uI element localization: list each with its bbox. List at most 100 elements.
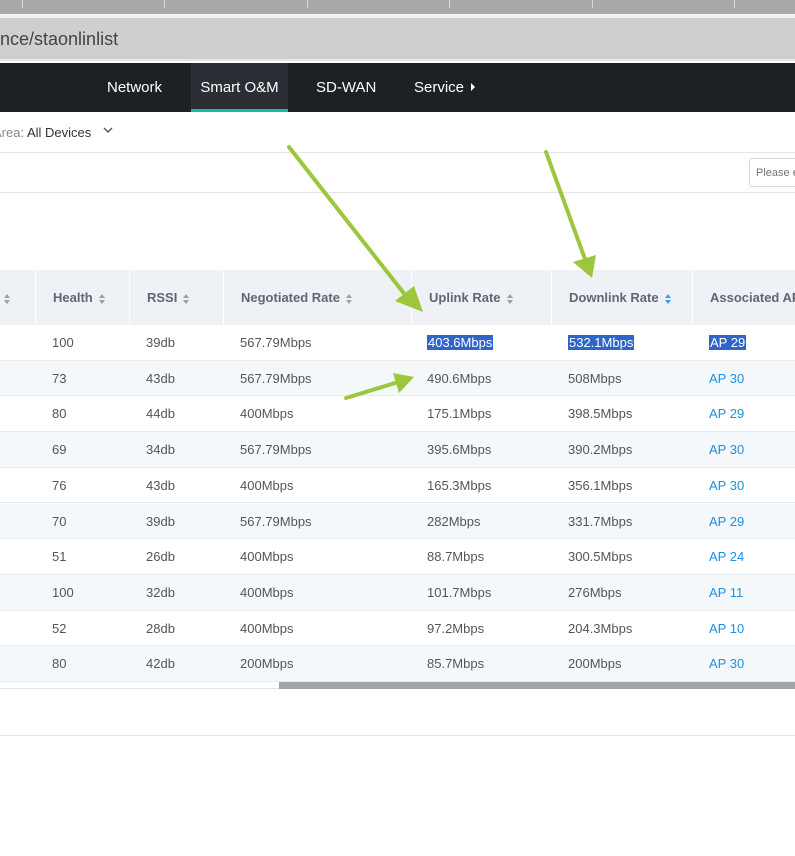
- cell-text[interactable]: AP 29: [709, 406, 744, 421]
- cell-text: 567.79Mbps: [240, 335, 312, 350]
- address-bar[interactable]: nce/staonlinlist: [0, 18, 795, 61]
- cell-ap[interactable]: AP 29: [709, 325, 747, 360]
- sort-icon: [183, 293, 190, 304]
- table-row[interactable]: 76 43db 400Mbps 165.3Mbps 356.1Mbps AP 30: [0, 468, 795, 504]
- nav-item-smart-om[interactable]: Smart O&M: [191, 63, 288, 112]
- nav-item-network[interactable]: Network: [107, 63, 162, 112]
- cell-ap[interactable]: AP 30: [709, 432, 744, 467]
- table-row[interactable]: 80 44db 400Mbps 175.1Mbps 398.5Mbps AP 29: [0, 396, 795, 433]
- column-header-prev[interactable]: [0, 270, 35, 325]
- cell-text: 34db: [146, 442, 175, 458]
- cell-ap[interactable]: AP 29: [709, 396, 744, 431]
- cell-uplink: 395.6Mbps: [427, 432, 491, 467]
- cell-text: 88.7Mbps: [427, 549, 485, 565]
- cell-text[interactable]: AP 29: [709, 514, 744, 529]
- cell-rssi: 39db: [146, 504, 175, 539]
- cell-text: 200Mbps: [568, 656, 622, 672]
- cell-text[interactable]: AP 24: [709, 549, 744, 564]
- cell-text: 398.5Mbps: [568, 406, 633, 422]
- cell-ap[interactable]: AP 24: [709, 539, 744, 574]
- cell-ap[interactable]: AP 30: [709, 646, 744, 681]
- top-nav: Network Smart O&M SD-WAN Service: [0, 63, 795, 112]
- table-row[interactable]: 52 28db 400Mbps 97.2Mbps 204.3Mbps AP 10: [0, 611, 795, 647]
- cell-text: 508Mbps: [568, 370, 622, 386]
- nav-item-service[interactable]: Service: [414, 63, 476, 112]
- table-row[interactable]: 100 39db 567.79Mbps 403.6Mbps 532.1Mbps AP 29: [0, 325, 795, 361]
- chevron-down-icon[interactable]: [103, 125, 113, 135]
- cell-rssi: 42db: [146, 646, 175, 681]
- nav-item-sd-wan[interactable]: SD-WAN: [316, 63, 376, 112]
- column-header-associated-ap[interactable]: Associated AP: [692, 270, 795, 325]
- table-row[interactable]: 70 39db 567.79Mbps 282Mbps 331.7Mbps AP 29: [0, 503, 795, 540]
- cell-text: 282Mbps: [427, 513, 481, 529]
- sort-icon: [4, 293, 11, 304]
- cell-text: 51: [52, 549, 67, 565]
- cell-rssi: 43db: [146, 361, 175, 396]
- cell-downlink: 276Mbps: [568, 575, 621, 610]
- cell-ap[interactable]: AP 10: [709, 611, 744, 646]
- cell-ap[interactable]: AP 29: [709, 504, 744, 539]
- cell-text: 43db: [146, 477, 175, 493]
- cell-text: 204.3Mbps: [568, 620, 633, 636]
- horizontal-scrollbar-thumb[interactable]: [279, 682, 795, 689]
- tab-separator: [22, 0, 23, 8]
- cell-text: 400Mbps: [240, 620, 294, 636]
- cell-text[interactable]: AP 30: [709, 442, 744, 457]
- cell-text: 70: [52, 513, 67, 529]
- cell-text[interactable]: AP 10: [709, 621, 744, 636]
- column-header-health[interactable]: Health: [35, 270, 129, 325]
- column-label: Negotiated Rate: [241, 290, 340, 305]
- cell-text: 175.1Mbps: [427, 406, 492, 422]
- search-input[interactable]: [749, 158, 795, 187]
- cell-uplink: 101.7Mbps: [427, 575, 491, 610]
- cell-text[interactable]: AP 30: [709, 478, 744, 493]
- cell-uplink: 490.6Mbps: [427, 361, 491, 396]
- table-row[interactable]: 51 26db 400Mbps 88.7Mbps 300.5Mbps AP 24: [0, 539, 795, 575]
- cell-health: 73: [52, 361, 66, 396]
- column-header-rssi[interactable]: RSSI: [129, 270, 223, 325]
- area-label: Area:: [0, 125, 25, 140]
- cell-text: 69: [52, 442, 67, 458]
- cell-text[interactable]: AP 29: [709, 335, 747, 350]
- cell-text: 300.5Mbps: [568, 549, 633, 565]
- nav-item-label: Smart O&M: [200, 79, 279, 96]
- cell-downlink: 356.1Mbps: [568, 468, 632, 503]
- cell-text[interactable]: AP 11: [709, 585, 743, 600]
- cell-negotiated: 567.79Mbps: [240, 432, 312, 467]
- sort-icon: [506, 293, 514, 304]
- cell-ap[interactable]: AP 11: [709, 575, 743, 610]
- cell-rssi: 32db: [146, 575, 175, 610]
- cell-text: 331.7Mbps: [568, 513, 633, 529]
- table-row[interactable]: 69 34db 567.79Mbps 395.6Mbps 390.2Mbps AP 30: [0, 432, 795, 468]
- table-row[interactable]: 73 43db 567.79Mbps 490.6Mbps 508Mbps AP 30: [0, 360, 795, 397]
- cell-health: 100: [52, 575, 74, 610]
- caret-right-icon: [471, 83, 476, 91]
- area-value[interactable]: All Devices: [27, 125, 91, 140]
- column-header-negotiated-rate[interactable]: Negotiated Rate: [223, 270, 411, 325]
- sort-icon: [98, 293, 106, 304]
- column-header-uplink-rate[interactable]: Uplink Rate: [411, 270, 551, 325]
- area-selector[interactable]: Area: All Devices: [0, 125, 91, 140]
- cell-text[interactable]: AP 30: [709, 371, 744, 386]
- table-row[interactable]: 100 32db 400Mbps 101.7Mbps 276Mbps AP 11: [0, 574, 795, 611]
- tab-separator: [164, 0, 165, 8]
- cell-text[interactable]: AP 30: [709, 656, 744, 671]
- cell-text: 101.7Mbps: [427, 584, 492, 600]
- column-header-downlink-rate[interactable]: Downlink Rate: [551, 270, 692, 325]
- cell-negotiated: 567.79Mbps: [240, 325, 312, 360]
- cell-health: 70: [52, 504, 66, 539]
- cell-text: 52: [52, 620, 67, 636]
- table-header: Health RSSI Negotiated Rate Uplink Rate …: [0, 270, 795, 325]
- cell-ap[interactable]: AP 30: [709, 361, 744, 396]
- cell-text: 80: [52, 406, 67, 422]
- cell-ap[interactable]: AP 30: [709, 468, 744, 503]
- cell-text: 532.1Mbps: [568, 335, 635, 350]
- cell-text: 43db: [146, 370, 175, 386]
- cell-downlink: 300.5Mbps: [568, 539, 632, 574]
- cell-uplink: 175.1Mbps: [427, 396, 491, 431]
- column-label: Uplink Rate: [429, 290, 501, 305]
- cell-text: 400Mbps: [240, 477, 294, 493]
- cell-uplink: 85.7Mbps: [427, 646, 484, 681]
- url-text[interactable]: nce/staonlinlist: [0, 29, 118, 50]
- table-row[interactable]: 80 42db 200Mbps 85.7Mbps 200Mbps AP 30: [0, 646, 795, 682]
